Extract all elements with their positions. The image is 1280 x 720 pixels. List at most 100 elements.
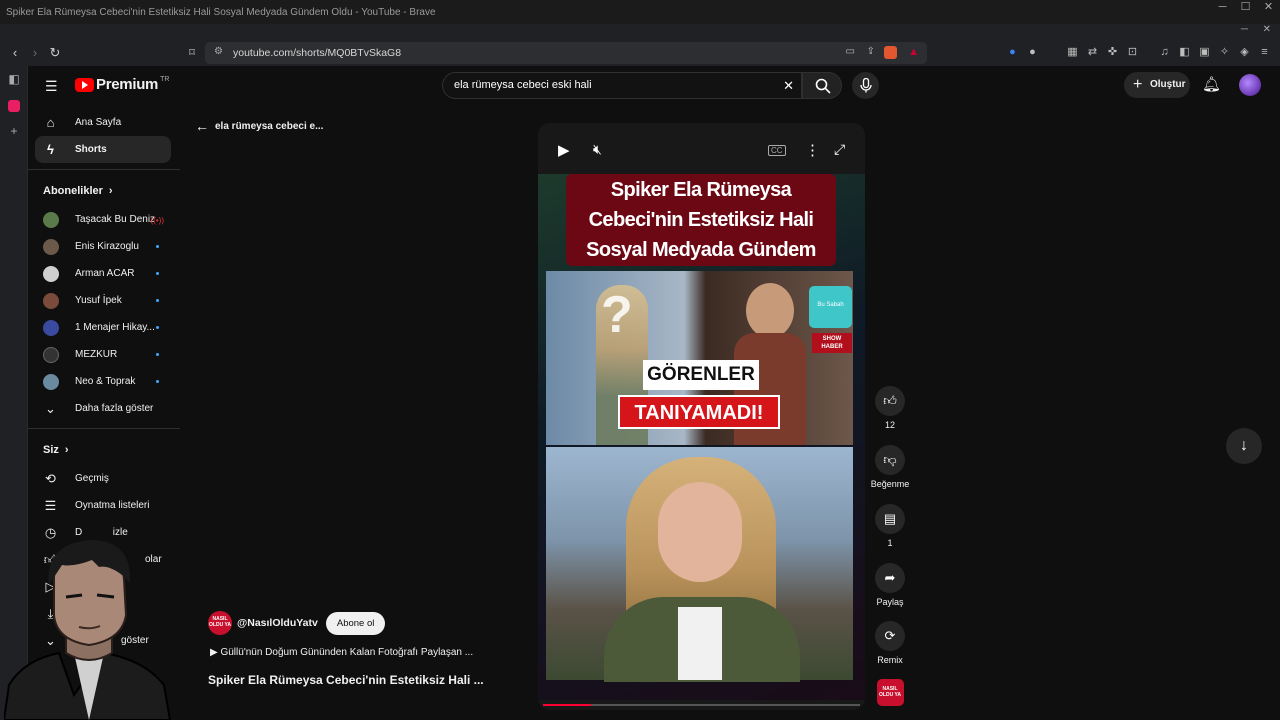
subscribe-button[interactable]: Abone ol bbox=[325, 611, 386, 635]
youtube-play-icon bbox=[75, 77, 94, 92]
create-label: Oluştur bbox=[1150, 79, 1186, 90]
dislike-label: Beğenme bbox=[870, 479, 910, 489]
forward-icon[interactable]: › bbox=[27, 45, 43, 61]
hamburger-menu-icon[interactable]: ☰ bbox=[45, 78, 58, 95]
bookmark-icon[interactable]: ⌑ bbox=[184, 45, 200, 61]
comments-button[interactable]: ▤ 1 bbox=[870, 504, 910, 548]
sidebar-item-history[interactable]: ⟲ Geçmiş bbox=[28, 465, 180, 492]
channel-sound-button[interactable]: NASIL OLDU YA bbox=[870, 679, 910, 706]
subscription-item[interactable]: Neo & Toprak bbox=[28, 368, 180, 395]
next-short-button[interactable]: ↓ bbox=[1226, 428, 1262, 464]
channel-avatar bbox=[43, 293, 59, 309]
new-content-dot bbox=[156, 326, 159, 329]
minimize-icon[interactable]: ─ bbox=[1241, 24, 1248, 35]
more-options-icon[interactable]: ⋮ bbox=[805, 141, 820, 159]
subscription-label: Taşacak Bu Deniz bbox=[75, 214, 156, 225]
remix-button[interactable]: ⟳ Remix bbox=[870, 621, 910, 665]
sidebar-panel-icon[interactable]: ◧ bbox=[0, 66, 28, 92]
subscriptions-header[interactable]: Abonelikler › bbox=[28, 176, 180, 206]
sidebar-toggle-icon[interactable]: ◧ bbox=[1178, 46, 1191, 59]
sidebar-item-playlists[interactable]: ☰ Oynatma listeleri bbox=[28, 492, 180, 519]
reload-icon[interactable]: ↻ bbox=[47, 45, 63, 61]
extensions-puzzle-icon[interactable]: ✜ bbox=[1106, 46, 1119, 59]
create-button[interactable]: + Oluştur bbox=[1124, 72, 1190, 98]
cast-icon[interactable]: ▭ bbox=[846, 46, 855, 57]
presenter-face bbox=[658, 482, 742, 582]
subscription-item[interactable]: Enis Kirazoglu bbox=[28, 233, 180, 260]
youtube-tab-icon[interactable] bbox=[0, 92, 28, 118]
subscription-item[interactable]: MEZKUR bbox=[28, 341, 180, 368]
subscription-item[interactable]: Arman ACAR bbox=[28, 260, 180, 287]
close-window-icon[interactable]: ✕ bbox=[1257, 0, 1280, 24]
brave-shields-icon[interactable] bbox=[884, 46, 897, 59]
back-icon[interactable]: ‹ bbox=[7, 45, 23, 61]
subscription-item[interactable]: Yusuf İpek bbox=[28, 287, 180, 314]
share-button[interactable]: ➦ Paylaş bbox=[870, 563, 910, 607]
search-input[interactable]: ela rümeysa cebeci eski hali ✕ bbox=[442, 72, 802, 99]
close-window-icon[interactable]: ✕ bbox=[1263, 24, 1271, 35]
channel-info: NASIL OLDU YA @NasılOlduYatv Abone ol bbox=[208, 611, 386, 635]
add-tab-icon[interactable]: + bbox=[0, 118, 28, 144]
browser-toolbar: ‹ › ↻ ⌑ ⚙ youtube.com/shorts/MQ0BTvSkaG8… bbox=[0, 40, 1280, 66]
live-icon: ((•)) bbox=[150, 216, 164, 225]
captions-icon[interactable]: CC bbox=[768, 145, 786, 156]
share-label: Paylaş bbox=[876, 597, 904, 607]
arrow-down-icon: ↓ bbox=[1240, 437, 1248, 454]
youtube-logo[interactable]: Premium TR bbox=[75, 76, 169, 93]
notifications-bell-icon[interactable]: 🔔︎ bbox=[1202, 75, 1221, 93]
back-label: ela rümeysa cebeci e... bbox=[215, 120, 324, 132]
show-more-button[interactable]: ⌄ Daha fazla göster bbox=[28, 395, 180, 422]
search-button[interactable] bbox=[802, 72, 842, 99]
extension-link-icon[interactable]: ⇄ bbox=[1086, 46, 1099, 59]
subscription-item[interactable]: 1 Menajer Hikay... bbox=[28, 314, 180, 341]
channel-handle[interactable]: @NasılOlduYatv bbox=[237, 617, 318, 629]
channel-avatar[interactable]: NASIL OLDU YA bbox=[208, 611, 232, 635]
clear-search-icon[interactable]: ✕ bbox=[783, 73, 794, 98]
chevron-right-icon: › bbox=[108, 185, 113, 197]
window-titlebar: Spiker Ela Rümeysa Cebeci'nin Estetiksiz… bbox=[0, 0, 1280, 24]
shorts-player[interactable]: Spiker Ela Rümeysa Cebeci'nin Estetiksiz… bbox=[538, 123, 865, 710]
video-title[interactable]: Spiker Ela Rümeysa Cebeci'nin Estetiksiz… bbox=[208, 673, 484, 687]
sidebar-item-label: Ana Sayfa bbox=[75, 117, 122, 128]
media-icon[interactable]: ♫ bbox=[1158, 46, 1171, 59]
like-button[interactable]: 👍︎ 12 bbox=[870, 386, 910, 430]
sidebar-item-shorts[interactable]: ϟ Shorts bbox=[35, 136, 171, 163]
search-query: ela rümeysa cebeci eski hali bbox=[454, 79, 592, 91]
caption-seen: GÖRENLER bbox=[643, 360, 759, 390]
sidebar-item-home[interactable]: ⌂ Ana Sayfa bbox=[28, 109, 180, 136]
minimize-icon[interactable]: ─ bbox=[1211, 0, 1234, 24]
video-progress-bar[interactable] bbox=[543, 704, 860, 706]
menu-icon[interactable]: ≡ bbox=[1258, 46, 1271, 59]
back-to-results[interactable]: ← ela rümeysa cebeci e... bbox=[195, 118, 323, 134]
new-content-dot bbox=[156, 380, 159, 383]
progress-fill bbox=[543, 704, 591, 706]
share-page-icon[interactable]: ⇪ bbox=[867, 46, 875, 57]
video-frame: Spiker Ela Rümeysa Cebeci'nin Estetiksiz… bbox=[538, 174, 865, 700]
extension-blue-icon[interactable]: ● bbox=[1006, 46, 1019, 59]
shorts-icon: ϟ bbox=[47, 142, 54, 157]
subscription-item[interactable]: Taşacak Bu Deniz ((•)) bbox=[28, 206, 180, 233]
voice-search-button[interactable] bbox=[852, 72, 879, 99]
extension-qr-icon[interactable]: ▦ bbox=[1066, 46, 1079, 59]
tab-strip: ─ ✕ bbox=[0, 24, 1280, 40]
site-info-icon[interactable]: ⚙ bbox=[214, 46, 223, 57]
address-bar[interactable]: ⚙ youtube.com/shorts/MQ0BTvSkaG8 ▭ ⇪ ▲ bbox=[205, 42, 927, 64]
fullscreen-icon[interactable]: ⤢ bbox=[834, 141, 845, 158]
related-video-link[interactable]: ▶ Güllü'nün Doğum Gününden Kalan Fotoğra… bbox=[210, 647, 473, 658]
wallet-icon[interactable]: ▣ bbox=[1198, 46, 1211, 59]
account-avatar[interactable] bbox=[1239, 74, 1261, 96]
thumbs-down-icon: 👎︎ bbox=[875, 445, 905, 475]
mute-icon[interactable]: 🔇︎ bbox=[593, 141, 602, 158]
dislike-button[interactable]: 👎︎ Beğenme bbox=[870, 445, 910, 489]
play-button[interactable]: ▶ bbox=[558, 141, 570, 159]
brave-rewards-icon[interactable]: ▲ bbox=[908, 46, 919, 58]
you-header[interactable]: Siz › bbox=[28, 435, 180, 465]
presenter-image bbox=[546, 447, 853, 682]
screenshot-icon[interactable]: ⊡ bbox=[1126, 46, 1139, 59]
caption-not-recognized: TANIYAMADI! bbox=[618, 395, 780, 429]
vpn-icon[interactable]: ◈ bbox=[1238, 46, 1251, 59]
leo-ai-icon[interactable]: ✧ bbox=[1218, 46, 1231, 59]
extension-grey-icon[interactable]: ● bbox=[1026, 46, 1039, 59]
restore-icon[interactable]: ☐ bbox=[1234, 0, 1257, 24]
streamer-avatar-overlay bbox=[4, 539, 172, 720]
